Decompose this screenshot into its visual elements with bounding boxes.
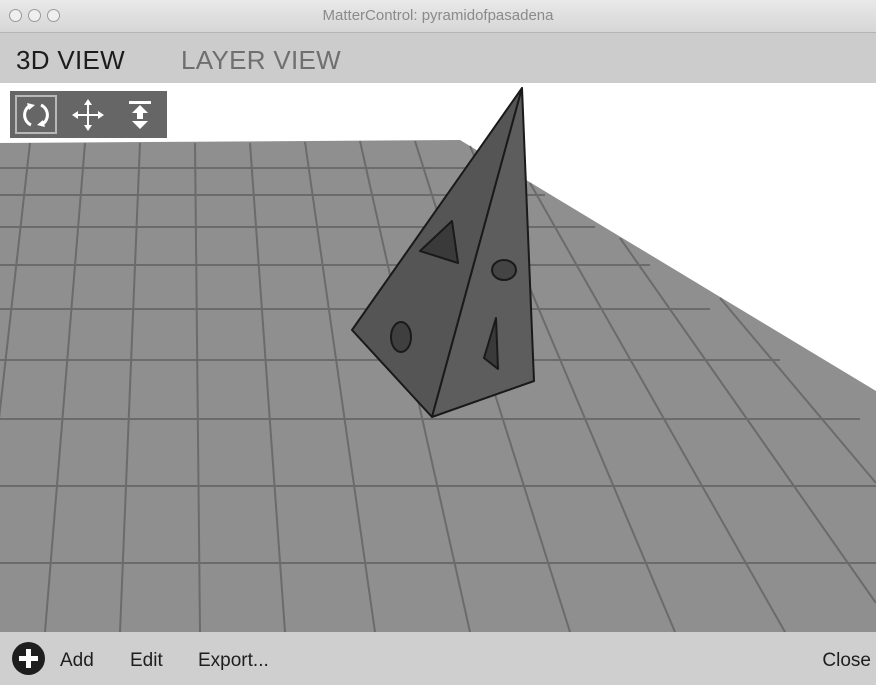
- plus-icon: [19, 649, 38, 668]
- tab-3d-view[interactable]: 3D VIEW: [16, 45, 125, 76]
- export-button[interactable]: Export...: [198, 650, 269, 672]
- bottom-action-bar: Add Edit Export... Close: [0, 632, 876, 685]
- rotate-icon: [23, 102, 49, 127]
- move-tool-button[interactable]: [65, 93, 111, 136]
- view-mode-toolbar: [10, 91, 167, 138]
- title-bar: MatterControl: pyramidofpasadena: [0, 0, 876, 33]
- view-tab-bar: 3D VIEW LAYER VIEW: [0, 33, 876, 83]
- 3d-viewport[interactable]: [0, 83, 876, 632]
- add-button[interactable]: Add: [60, 650, 94, 672]
- add-plus-icon[interactable]: [12, 642, 45, 675]
- scale-icon: [129, 100, 151, 129]
- tab-layer-view[interactable]: LAYER VIEW: [181, 45, 341, 76]
- window-title: MatterControl: pyramidofpasadena: [322, 7, 554, 24]
- move-icon: [72, 98, 104, 131]
- print-bed-scene[interactable]: [0, 83, 876, 632]
- edit-button[interactable]: Edit: [130, 650, 163, 672]
- scale-tool-button[interactable]: [117, 93, 163, 136]
- rotate-tool-button[interactable]: [13, 93, 59, 136]
- close-button[interactable]: Close: [822, 650, 871, 672]
